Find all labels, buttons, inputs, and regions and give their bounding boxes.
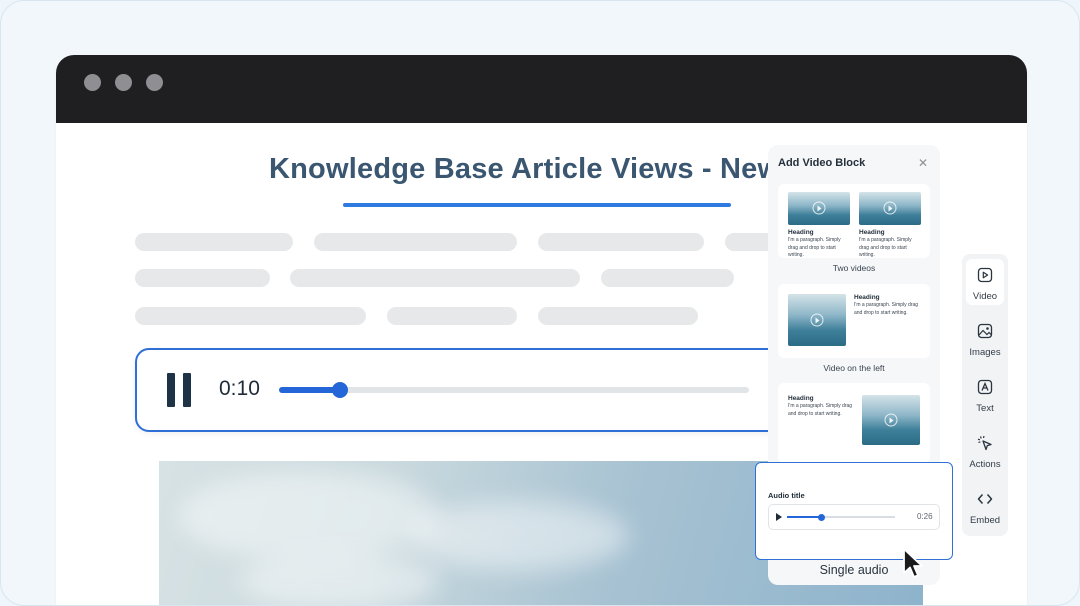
video-thumbnail [859, 192, 921, 225]
placeholder-line [387, 307, 517, 325]
sidebar-item-label: Images [969, 347, 1001, 358]
play-icon [883, 201, 897, 215]
page-title: Knowledge Base Article Views - New [269, 153, 781, 185]
current-time: 0:10 [219, 377, 260, 400]
card-paragraph: I'm a paragraph. Simply drag and drop to… [788, 403, 853, 417]
card-heading: Heading [854, 294, 880, 301]
placeholder-line [538, 233, 704, 251]
placeholder-line [601, 269, 734, 287]
sidebar-item-text[interactable]: Text [962, 368, 1008, 418]
progress-track[interactable] [279, 382, 749, 398]
sidebar-item-label: Video [972, 291, 998, 302]
audio-player: 0:10 [135, 348, 799, 432]
layout-video-left[interactable]: Heading I'm a paragraph. Simply drag and… [778, 284, 930, 358]
card-heading: Heading [788, 395, 814, 402]
placeholder-line [135, 307, 366, 325]
card-heading: Heading [788, 229, 814, 236]
audio-block-title: Audio title [768, 491, 805, 500]
card-paragraph: I'm a paragraph. Simply drag and drop to… [859, 237, 912, 258]
layout-caption: Video on the left [823, 363, 885, 373]
audio-duration: 0:26 [917, 512, 933, 521]
play-icon [884, 413, 898, 427]
video-icon [977, 267, 993, 283]
sidebar-item-embed[interactable]: Embed [962, 480, 1008, 530]
mini-progress-handle[interactable] [818, 513, 826, 521]
play-icon [810, 313, 824, 327]
sidebar-item-video[interactable]: Video [962, 256, 1008, 306]
mini-progress-fill [787, 516, 822, 518]
mini-audio-player: 0:26 [768, 504, 940, 530]
placeholder-line [538, 307, 698, 325]
mini-progress-track[interactable] [787, 513, 895, 521]
progress-fill [279, 387, 341, 393]
pause-icon-bar [183, 373, 191, 407]
close-icon[interactable]: ✕ [918, 156, 928, 170]
text-icon [977, 379, 993, 395]
mouse-cursor-icon [903, 548, 923, 578]
pause-icon [167, 373, 175, 407]
code-icon [977, 494, 993, 504]
video-thumbnail [788, 294, 846, 346]
app-background: Knowledge Base Article Views - New 0:10 [0, 0, 1080, 606]
card-paragraph: I'm a paragraph. Simply drag and drop to… [854, 302, 919, 316]
sidebar-item-actions[interactable]: Actions [962, 424, 1008, 474]
block-type-sidebar: Video Images Text Actions Embed [962, 254, 1008, 536]
placeholder-line [135, 269, 270, 287]
play-icon[interactable] [776, 513, 782, 521]
play-icon [812, 201, 826, 215]
layout-two-videos[interactable]: Heading Heading I'm a paragraph. Simply … [778, 184, 930, 258]
placeholder-line [314, 233, 517, 251]
pause-button[interactable] [167, 373, 191, 407]
window-titlebar [56, 55, 1027, 123]
image-icon [977, 323, 993, 339]
title-underline [343, 203, 731, 207]
placeholder-line [290, 269, 580, 287]
window-maximize-dot[interactable] [146, 74, 163, 91]
video-thumbnail [788, 192, 850, 225]
card-heading: Heading [859, 229, 885, 236]
window-close-dot[interactable] [84, 74, 101, 91]
placeholder-line [135, 233, 293, 251]
layout-caption: Two videos [832, 263, 876, 273]
layout-video-right[interactable]: Heading I'm a paragraph. Simply drag and… [778, 383, 930, 463]
panel-title: Add Video Block [778, 157, 866, 169]
single-audio-block[interactable]: Audio title 0:26 [755, 462, 953, 560]
card-paragraph: I'm a paragraph. Simply drag and drop to… [788, 237, 841, 258]
sidebar-item-label: Text [976, 403, 994, 414]
sidebar-item-label: Actions [969, 459, 1001, 470]
window-minimize-dot[interactable] [115, 74, 132, 91]
sidebar-item-label: Embed [969, 515, 1001, 526]
cursor-click-icon [977, 435, 992, 451]
sidebar-item-images[interactable]: Images [962, 312, 1008, 362]
progress-handle[interactable] [332, 382, 349, 398]
video-thumbnail [862, 395, 920, 445]
